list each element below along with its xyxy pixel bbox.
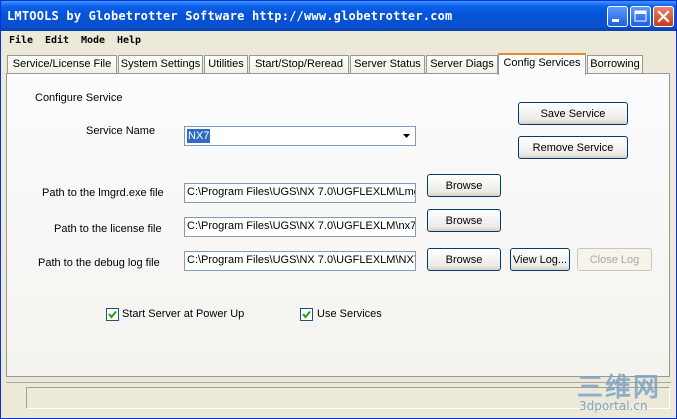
section-title: Configure Service [35, 92, 123, 104]
status-bar [1, 381, 676, 418]
lmgrd-path-label: Path to the lmgrd.exe file [42, 187, 164, 199]
remove-service-button[interactable]: Remove Service [518, 136, 628, 159]
checkmark-icon [302, 310, 311, 319]
checkmark-icon [108, 310, 117, 319]
view-log-button[interactable]: View Log... [510, 248, 570, 271]
menu-help[interactable]: Help [117, 35, 141, 46]
minimize-icon [612, 19, 619, 22]
tab-system-settings[interactable]: System Settings [118, 55, 203, 74]
service-name-combo[interactable]: NX7 [184, 126, 416, 146]
lmgrd-path-field[interactable]: C:\Program Files\UGS\NX 7.0\UGFLEXLM\Lmg… [184, 183, 416, 203]
tab-config-services[interactable]: Config Services [498, 53, 586, 75]
save-service-button[interactable]: Save Service [518, 102, 628, 125]
tab-borrowing[interactable]: Borrowing [587, 55, 643, 74]
tab-server-diags[interactable]: Server Diags [426, 55, 498, 74]
browse-license-button[interactable]: Browse [427, 209, 501, 232]
service-name-value: NX7 [187, 129, 211, 143]
minimize-button[interactable] [607, 6, 628, 27]
menu-bar: File Edit Mode Help [1, 32, 676, 50]
license-path-label: Path to the license file [54, 223, 162, 235]
use-services-checkbox[interactable] [300, 308, 313, 321]
status-divider [6, 382, 671, 383]
debug-log-path-field[interactable]: C:\Program Files\UGS\NX 7.0\UGFLEXLM\NX7… [184, 251, 416, 271]
watermark-site: 3dportal.cn [579, 399, 648, 413]
debug-log-path-label: Path to the debug log file [38, 257, 160, 269]
start-server-checkbox[interactable] [106, 308, 119, 321]
tab-strip: Service/License File System Settings Uti… [1, 53, 676, 75]
tab-server-status[interactable]: Server Status [350, 55, 425, 74]
title-bar[interactable]: LMTOOLS by Globetrotter Software http://… [1, 1, 676, 31]
close-button[interactable] [653, 6, 674, 27]
window-title: LMTOOLS by Globetrotter Software http://… [7, 9, 453, 23]
browse-debug-log-button[interactable]: Browse [427, 248, 501, 271]
maximize-icon [634, 10, 647, 22]
license-path-field[interactable]: C:\Program Files\UGS\NX 7.0\UGFLEXLM\nx7… [184, 217, 416, 237]
tab-utilities[interactable]: Utilities [204, 55, 248, 74]
config-services-panel: Configure Service Service Name NX7 Save … [6, 73, 670, 377]
close-log-button: Close Log [577, 248, 652, 271]
lmtools-window: LMTOOLS by Globetrotter Software http://… [0, 0, 677, 419]
maximize-button[interactable] [630, 6, 651, 27]
use-services-label[interactable]: Use Services [317, 308, 382, 320]
menu-edit[interactable]: Edit [45, 35, 69, 46]
start-server-label[interactable]: Start Server at Power Up [122, 308, 244, 320]
service-name-label: Service Name [86, 125, 156, 137]
tab-service-license-file[interactable]: Service/License File [7, 55, 117, 74]
menu-file[interactable]: File [9, 35, 33, 46]
browse-lmgrd-button[interactable]: Browse [427, 174, 501, 197]
close-icon [657, 10, 670, 23]
tab-start-stop-reread[interactable]: Start/Stop/Reread [249, 55, 349, 74]
status-pane [26, 387, 670, 409]
chevron-down-icon[interactable] [399, 128, 414, 144]
menu-mode[interactable]: Mode [81, 35, 105, 46]
